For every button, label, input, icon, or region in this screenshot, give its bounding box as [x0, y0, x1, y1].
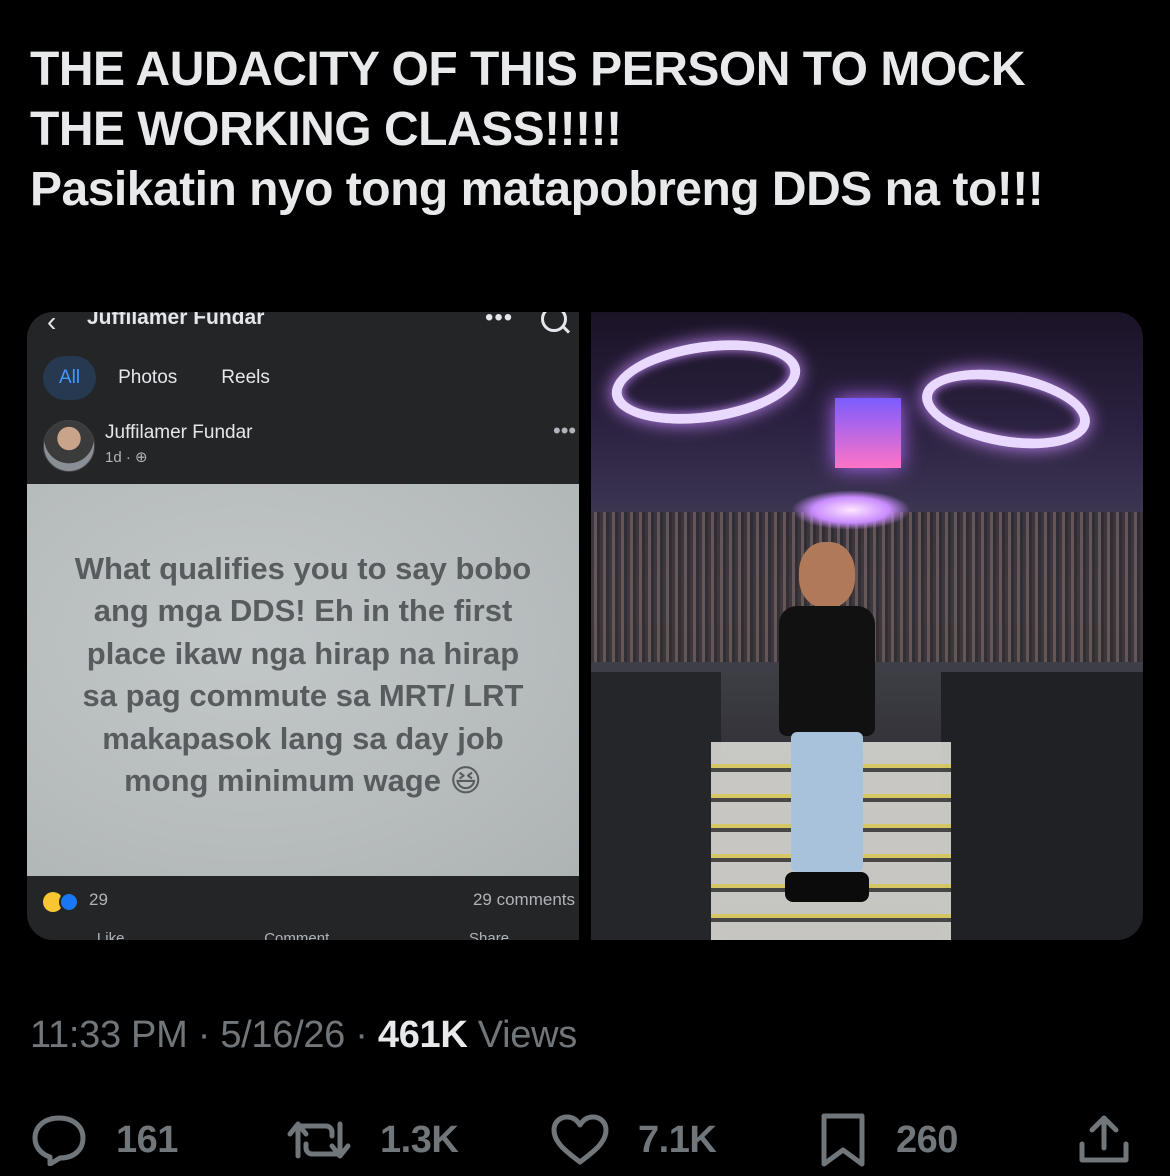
reply-icon — [32, 1115, 86, 1166]
fb-post-text: What qualifies you to say bobo ang mga D… — [74, 550, 532, 799]
share-icon — [1079, 1115, 1129, 1163]
fb-like-action: Like — [96, 930, 125, 940]
stage-screen — [835, 398, 901, 468]
stage-glow — [791, 490, 911, 530]
fb-comment-action: Comment — [264, 930, 330, 940]
fb-profile-name: Juffilamer Fundar — [87, 312, 265, 329]
stage-light-ring — [606, 329, 806, 435]
tweet-line-1: THE AUDACITY OF THIS PERSON TO MOCK — [30, 43, 1026, 96]
post-more-icon: ••• — [553, 418, 577, 443]
fb-tab-reels: Reels — [221, 367, 270, 388]
reply-count: 161 — [116, 1118, 178, 1161]
action-bar: 161 1.3K 7.1K 260 — [0, 1110, 1170, 1170]
tweet-line-3: Pasikatin nyo tong matapobreng DDS na to… — [30, 163, 1044, 216]
globe-icon: ⊕ — [135, 449, 148, 466]
like-button[interactable]: 7.1K — [550, 1110, 717, 1170]
repost-button[interactable]: 1.3K — [286, 1110, 459, 1170]
views-label: Views — [467, 1014, 577, 1056]
reply-button[interactable]: 161 — [30, 1110, 178, 1170]
tweet-media[interactable]: ‹ Juffilamer Fundar ••• All Photos Reels… — [27, 312, 1143, 940]
fb-reaction-count: 29 — [89, 890, 108, 909]
search-icon — [541, 312, 567, 332]
heart-icon — [551, 1114, 609, 1165]
views-count: 461K — [377, 1014, 468, 1056]
fb-comment-count: 29 comments — [472, 890, 575, 909]
fb-post-image: What qualifies you to say bobo ang mga D… — [27, 484, 579, 876]
reaction-icons — [43, 892, 81, 912]
repost-icon — [287, 1121, 351, 1159]
concert-photo[interactable] — [591, 312, 1143, 940]
fb-post-author: Juffilamer Fundar — [105, 422, 253, 443]
seating-right — [941, 672, 1143, 940]
repost-count: 1.3K — [380, 1118, 459, 1161]
facebook-screenshot-image[interactable]: ‹ Juffilamer Fundar ••• All Photos Reels… — [27, 312, 579, 940]
like-count: 7.1K — [638, 1118, 717, 1161]
fb-share-action: Share — [469, 930, 510, 940]
seating-left — [591, 672, 721, 940]
fb-tabs: All Photos Reels — [43, 356, 292, 400]
fb-action-bar: Like Comment Share — [27, 930, 579, 940]
tweet-text: THE AUDACITY OF THIS PERSON TO MOCK THE … — [30, 40, 1140, 220]
stage-light-ring — [915, 357, 1097, 461]
avatar — [43, 420, 95, 472]
tweet-date[interactable]: 5/16/26 — [220, 1014, 345, 1056]
fb-tab-all: All — [43, 356, 97, 400]
person-figure — [771, 542, 891, 912]
tweet-time[interactable]: 11:33 PM — [30, 1014, 188, 1056]
more-options-icon: ••• — [485, 312, 514, 331]
back-arrow-icon: ‹ — [47, 312, 57, 337]
tweet-line-2: THE WORKING CLASS!!!!! — [30, 103, 622, 156]
fb-tab-photos: Photos — [118, 367, 178, 388]
bookmark-count: 260 — [896, 1118, 958, 1161]
fb-post-meta: 1d · ⊕ — [105, 449, 148, 466]
tweet-meta: 11:33 PM · 5/16/26 · 461K Views — [30, 1014, 577, 1056]
like-reaction-icon — [59, 892, 79, 912]
bookmark-icon — [821, 1113, 865, 1167]
bookmark-button[interactable]: 260 — [818, 1110, 958, 1170]
fb-top-bar: ‹ Juffilamer Fundar ••• — [27, 312, 579, 337]
share-button[interactable] — [1076, 1110, 1132, 1170]
